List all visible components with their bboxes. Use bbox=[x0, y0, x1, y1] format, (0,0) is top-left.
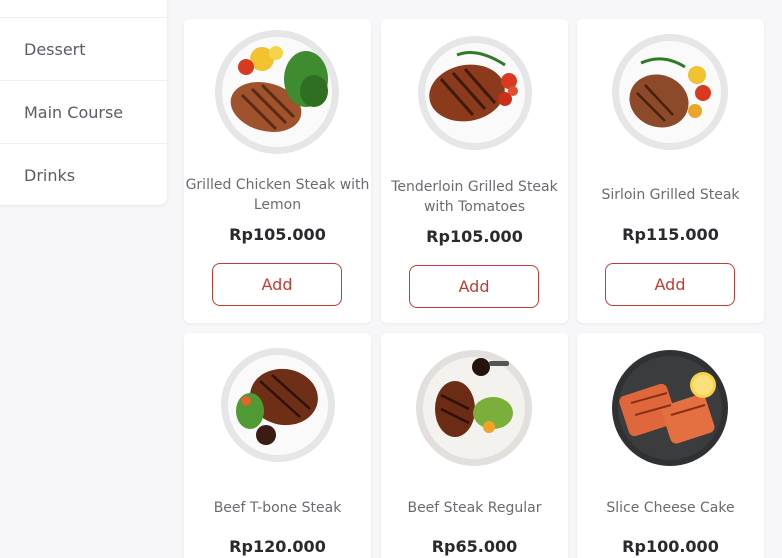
add-to-cart-button[interactable]: Add bbox=[605, 263, 735, 306]
sidebar-item-label: Main Course bbox=[24, 102, 124, 122]
product-card: Slice Cheese Cake Rp100.000 bbox=[577, 333, 764, 558]
product-card: Sirloin Grilled Steak Rp115.000 Add bbox=[577, 19, 764, 323]
product-card: Beef Steak Regular Rp65.000 bbox=[381, 333, 568, 558]
product-name: Beef Steak Regular bbox=[407, 500, 542, 516]
product-price: Rp105.000 bbox=[229, 225, 326, 244]
product-name: Beef T-bone Steak bbox=[213, 500, 342, 516]
sidebar-item-dessert[interactable]: Dessert bbox=[0, 17, 167, 80]
product-card: Beef T-bone Steak Rp120.000 bbox=[184, 333, 371, 558]
product-price: Rp65.000 bbox=[431, 537, 518, 556]
sidebar-item-main-course[interactable]: Main Course bbox=[0, 80, 167, 143]
sidebar-item-label: Dessert bbox=[24, 39, 86, 59]
grilled-chicken-steak-image bbox=[215, 30, 339, 154]
sidebar-item-label: Drinks bbox=[24, 165, 76, 185]
salmon-plate-image bbox=[612, 350, 728, 466]
add-to-cart-button[interactable]: Add bbox=[212, 263, 342, 306]
sirloin-steak-image bbox=[612, 34, 728, 150]
add-to-cart-button[interactable]: Add bbox=[409, 265, 539, 308]
product-price: Rp100.000 bbox=[622, 537, 719, 556]
product-card: Grilled Chicken Steak with Lemon Rp105.0… bbox=[184, 19, 371, 323]
product-price: Rp105.000 bbox=[426, 227, 523, 246]
product-name: Slice Cheese Cake bbox=[606, 500, 735, 516]
tenderloin-steak-image bbox=[418, 36, 532, 150]
product-name: Tenderloin Grilled Steak with Tomatoes bbox=[391, 179, 558, 215]
product-name: Grilled Chicken Steak with Lemon bbox=[185, 177, 370, 213]
product-price: Rp120.000 bbox=[229, 537, 326, 556]
category-sidebar: Dessert Main Course Drinks bbox=[0, 0, 167, 205]
product-name: Sirloin Grilled Steak bbox=[601, 187, 740, 203]
product-card: Tenderloin Grilled Steak with Tomatoes R… bbox=[381, 19, 568, 323]
beef-steak-image bbox=[416, 350, 532, 466]
t-bone-steak-image bbox=[221, 348, 335, 462]
sidebar-item-drinks[interactable]: Drinks bbox=[0, 143, 167, 206]
product-price: Rp115.000 bbox=[622, 225, 719, 244]
